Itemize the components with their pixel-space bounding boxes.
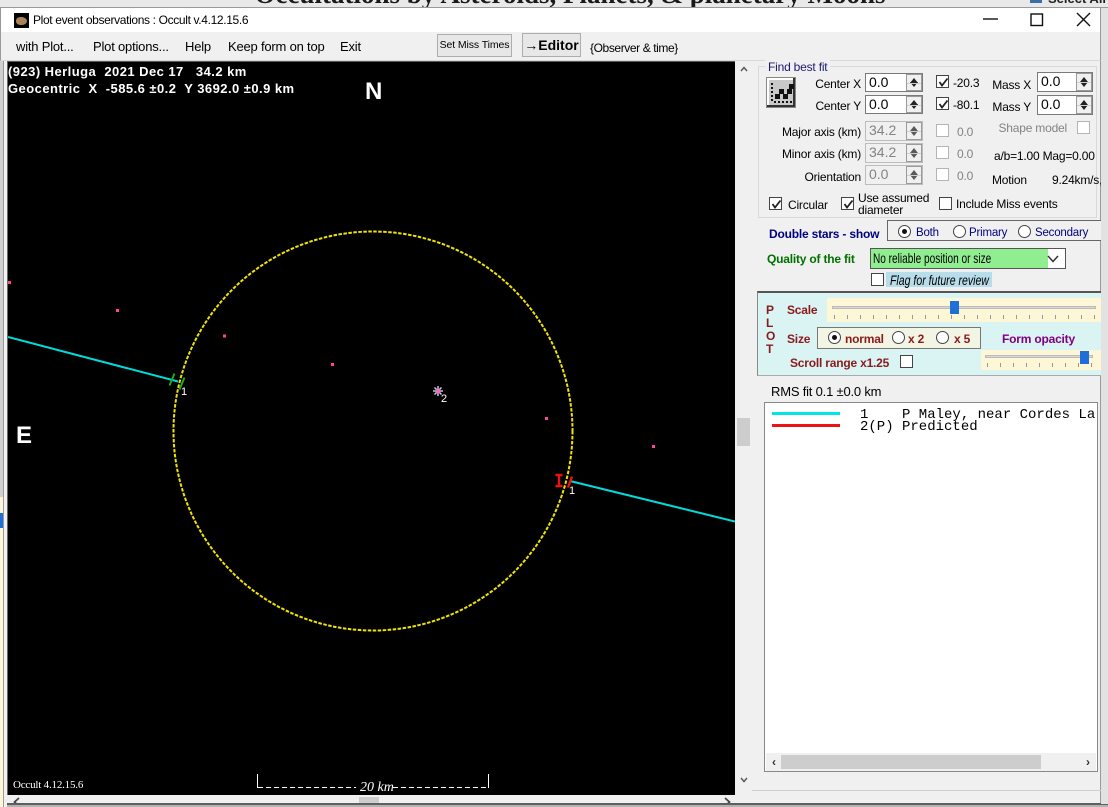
svg-text:20 km: 20 km [360, 780, 394, 795]
